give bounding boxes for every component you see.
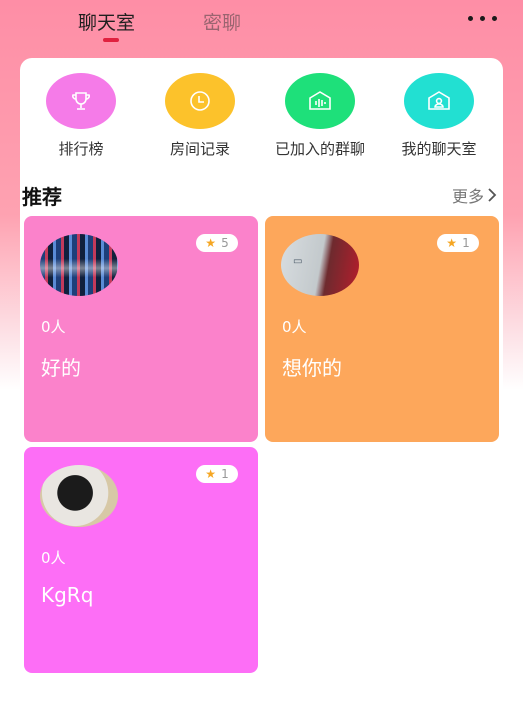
star-count: 1 bbox=[462, 236, 470, 250]
member-count: 0人 bbox=[41, 318, 66, 336]
quick-link-leaderboard[interactable]: 排行榜 bbox=[21, 73, 141, 159]
room-card[interactable]: ★ 5 0人 好的 bbox=[24, 216, 258, 442]
more-label: 更多 bbox=[451, 187, 484, 206]
star-badge: ★ 1 bbox=[437, 234, 479, 252]
quick-link-my-chatroom[interactable]: 我的聊天室 bbox=[379, 73, 499, 159]
clock-icon bbox=[165, 73, 235, 129]
quick-link-label: 我的聊天室 bbox=[401, 140, 477, 158]
quick-link-joined-groups[interactable]: 已加入的群聊 bbox=[260, 73, 380, 159]
quick-link-label: 房间记录 bbox=[169, 140, 230, 158]
chevron-right-icon bbox=[488, 188, 497, 202]
tab-chatroom[interactable]: 聊天室 bbox=[78, 8, 135, 35]
room-avatar: ▭ bbox=[281, 234, 359, 296]
group-chat-icon bbox=[285, 73, 355, 129]
star-count: 1 bbox=[221, 467, 229, 481]
trophy-icon bbox=[46, 73, 116, 129]
member-count: 0人 bbox=[282, 318, 307, 336]
quick-link-room-history[interactable]: 房间记录 bbox=[140, 73, 260, 159]
quick-link-label: 已加入的群聊 bbox=[274, 140, 365, 158]
room-name: KgRq bbox=[41, 583, 94, 607]
room-name: 好的 bbox=[41, 356, 81, 380]
active-tab-indicator bbox=[103, 38, 119, 42]
tab-secret-chat[interactable]: 密聊 bbox=[203, 8, 241, 35]
star-badge: ★ 5 bbox=[196, 234, 238, 252]
room-card[interactable]: ★ 1 0人 KgRq bbox=[24, 447, 258, 673]
content-panel: 排行榜 房间记录 已加入的群聊 我的聊天室 推荐 更多 ★ 5 0人 好的 ▭ … bbox=[20, 58, 503, 728]
quick-link-label: 排行榜 bbox=[58, 140, 104, 158]
more-dots-icon[interactable] bbox=[468, 16, 497, 21]
star-icon: ★ bbox=[205, 236, 217, 250]
room-card[interactable]: ▭ ★ 1 0人 想你的 bbox=[265, 216, 499, 442]
star-count: 5 bbox=[221, 236, 229, 250]
star-icon: ★ bbox=[205, 467, 217, 481]
section-title: 推荐 bbox=[22, 185, 62, 209]
more-link[interactable]: 更多 bbox=[452, 183, 497, 207]
room-avatar bbox=[40, 465, 118, 527]
home-user-icon bbox=[404, 73, 474, 129]
room-avatar bbox=[40, 234, 118, 296]
room-name: 想你的 bbox=[282, 356, 342, 380]
top-bar: 聊天室 密聊 bbox=[0, 0, 523, 50]
avatar-detail-icon: ▭ bbox=[293, 256, 303, 267]
star-badge: ★ 1 bbox=[196, 465, 238, 483]
member-count: 0人 bbox=[41, 549, 66, 567]
star-icon: ★ bbox=[446, 236, 458, 250]
